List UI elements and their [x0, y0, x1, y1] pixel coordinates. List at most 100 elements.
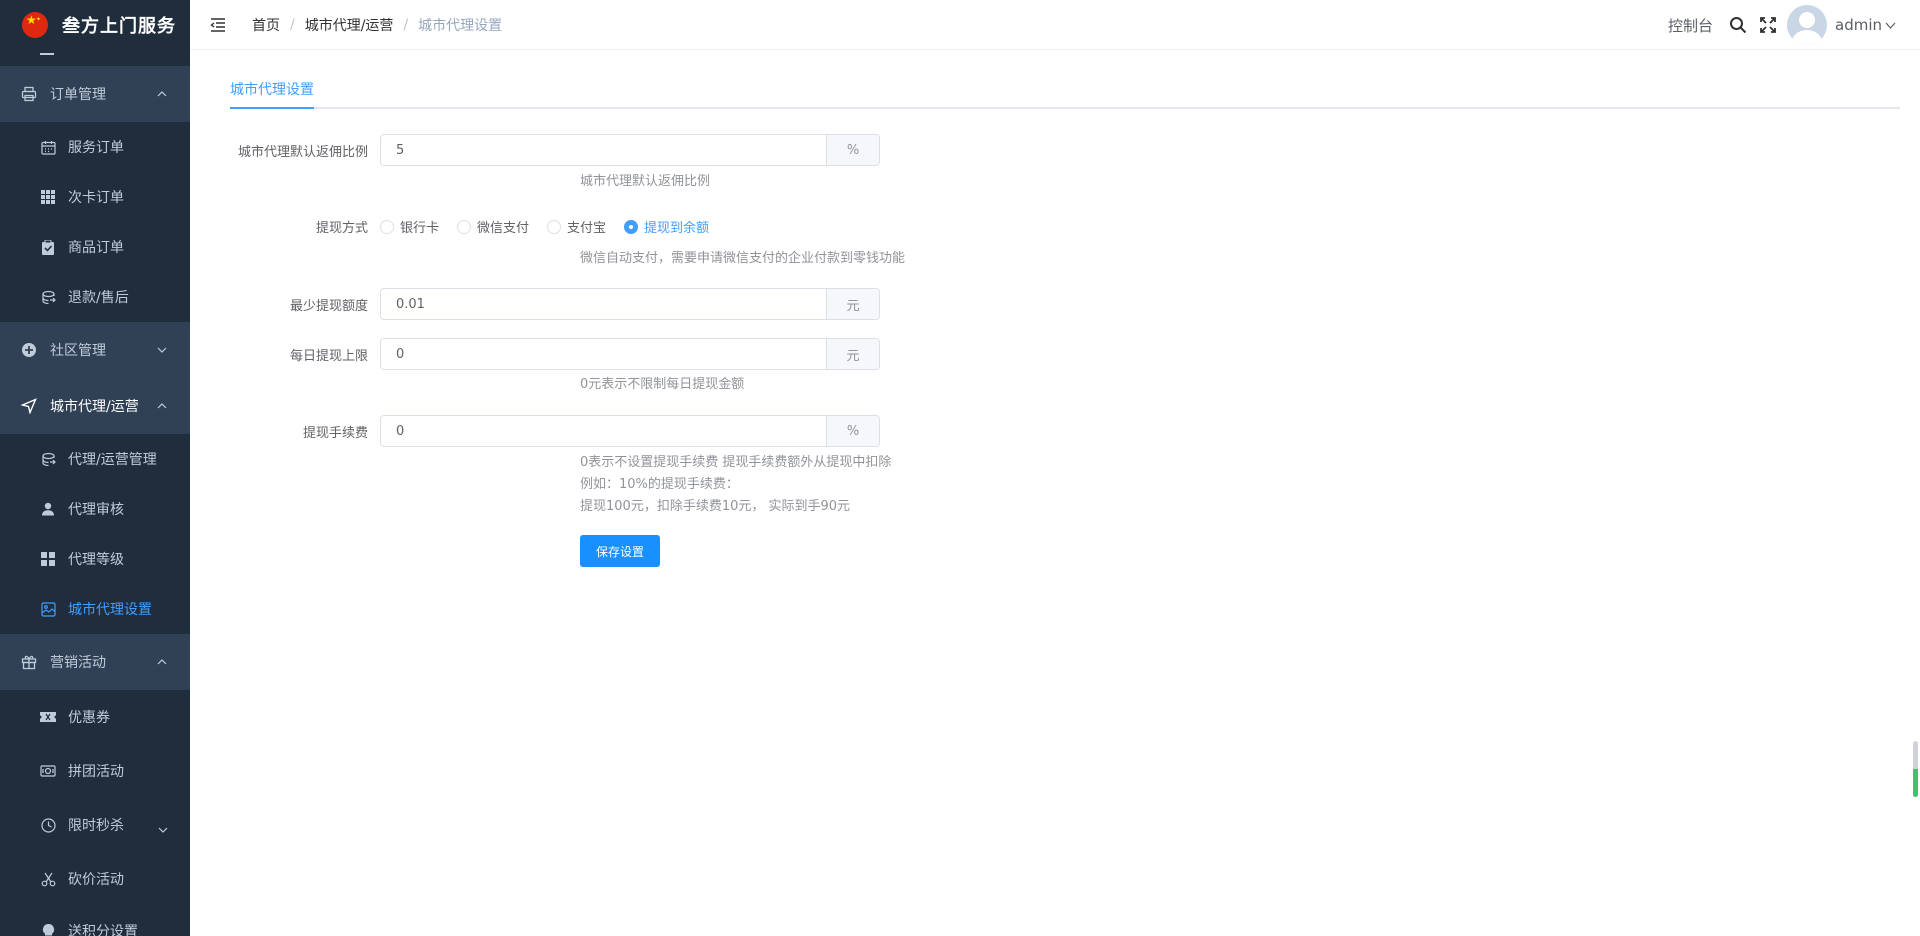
menu-group-city-agent[interactable]: 城市代理/运营	[0, 378, 190, 434]
sidebar-item-label: 次卡订单	[68, 190, 124, 206]
menu-group-label: 城市代理/运营	[50, 399, 139, 415]
printer-icon	[20, 85, 38, 103]
sidebar-scrolled-item[interactable]	[0, 50, 190, 66]
radio-to-balance[interactable]: 提现到余额	[624, 217, 709, 236]
radio-circle	[380, 219, 394, 234]
commission-label: 城市代理默认返佣比例	[237, 144, 368, 160]
sidebar-item-card-orders[interactable]: 次卡订单	[0, 172, 190, 222]
radio-alipay[interactable]: 支付宝	[547, 217, 606, 236]
sidebar: 叁方上门服务 订单管理 服务订单 次卡订单 商品订单 退款/售后 社区管理 城市…	[0, 0, 190, 936]
sidebar-item-flash-sale[interactable]: 限时秒杀	[0, 798, 190, 852]
clipboard-icon	[40, 239, 56, 255]
breadcrumb-separator: /	[403, 16, 409, 33]
sidebar-item-label: 砍价活动	[68, 872, 124, 888]
radio-circle	[457, 219, 472, 234]
picture-icon	[40, 601, 56, 617]
user-icon	[40, 501, 56, 517]
menu-group-marketing[interactable]: 营销活动	[0, 634, 190, 690]
sidebar-item-refunds[interactable]: 退款/售后	[0, 272, 190, 322]
user-menu[interactable]: admin	[1835, 16, 1896, 34]
app-title: 叁方上门服务	[62, 16, 176, 37]
sidebar-item-coupons[interactable]: 优惠券	[0, 690, 190, 744]
header-actions: 控制台 admin	[1668, 0, 1896, 50]
console-link[interactable]: 控制台	[1668, 15, 1713, 36]
sidebar-item-label: 退款/售后	[68, 290, 129, 306]
radio-wechat-pay[interactable]: 微信支付	[457, 217, 529, 236]
percent-suffix: %	[826, 135, 879, 165]
avatar[interactable]	[1787, 5, 1827, 45]
min-withdraw-input[interactable]	[381, 289, 826, 319]
sidebar-item-label: 代理等级	[68, 552, 124, 568]
commission-input[interactable]	[381, 135, 826, 165]
menu-fold-icon[interactable]	[208, 15, 228, 35]
refund-icon	[40, 451, 56, 467]
search-icon[interactable]	[1727, 14, 1749, 36]
menu-group-label: 订单管理	[50, 87, 106, 103]
fee-input[interactable]	[381, 416, 826, 446]
breadcrumb-city-agent[interactable]: 城市代理/运营	[305, 15, 394, 35]
breadcrumb-separator: /	[290, 16, 295, 33]
radio-label: 提现到余额	[644, 221, 710, 236]
main-content: 城市代理设置 城市代理默认返佣比例 % 城市代理默认返佣比例 提现方式 银行卡 …	[190, 51, 1920, 936]
sidebar-item-label: 代理/运营管理	[68, 452, 157, 468]
sidebar-item-service-orders[interactable]: 服务订单	[0, 122, 190, 172]
sidebar-item-points[interactable]: 送积分设置	[0, 906, 190, 936]
sidebar-item-goods-orders[interactable]: 商品订单	[0, 222, 190, 272]
clock-icon	[40, 817, 56, 833]
user-name: admin	[1835, 16, 1882, 34]
fee-hint-line-1: 0表示不设置提现手续费 提现手续费额外从提现中扣除	[580, 455, 892, 470]
tabs-bar: 城市代理设置	[230, 51, 1900, 109]
chevron-down-icon	[1885, 22, 1896, 29]
sidebar-item-label: 城市代理设置	[68, 602, 152, 618]
menu-group-orders[interactable]: 订单管理	[0, 66, 190, 122]
menu-group-community[interactable]: 社区管理	[0, 322, 190, 378]
sidebar-item-agent-levels[interactable]: 代理等级	[0, 534, 190, 584]
sidebar-item-agent-review[interactable]: 代理审核	[0, 484, 190, 534]
fee-input-group: %	[380, 415, 880, 447]
radio-label: 支付宝	[567, 221, 607, 236]
min-withdraw-input-group: 元	[380, 288, 880, 320]
sidebar-item-label: 优惠券	[68, 710, 110, 726]
daily-limit-input[interactable]	[381, 339, 826, 369]
form-row-commission: 城市代理默认返佣比例 %	[230, 134, 880, 166]
radio-circle	[547, 219, 562, 234]
breadcrumb-home[interactable]: 首页	[252, 15, 280, 35]
radio-label: 银行卡	[400, 221, 440, 236]
chevron-down-icon	[158, 821, 168, 837]
tab-city-agent-settings[interactable]: 城市代理设置	[230, 79, 314, 109]
fullscreen-icon[interactable]	[1757, 14, 1779, 36]
form-row-daily-limit: 每日提现上限 元	[230, 338, 880, 370]
refund-icon	[40, 289, 56, 305]
radio-bank-card[interactable]: 银行卡	[380, 217, 439, 236]
sidebar-item-bargain[interactable]: 砍价活动	[0, 852, 190, 906]
logo[interactable]: 叁方上门服务	[0, 0, 190, 50]
sidebar-item-agent-management[interactable]: 代理/运营管理	[0, 434, 190, 484]
yuan-suffix: 元	[826, 339, 879, 369]
chevron-up-icon	[156, 656, 168, 668]
sidebar-item-label: 代理审核	[68, 502, 124, 518]
sidebar-item-label: 拼团活动	[68, 764, 124, 780]
sidebar-item-group-buy[interactable]: 拼团活动	[0, 744, 190, 798]
plus-circle-icon	[20, 341, 38, 359]
chevron-down-icon	[156, 344, 168, 356]
save-settings-button[interactable]: 保存设置	[580, 535, 660, 567]
commission-hint: 城市代理默认返佣比例	[580, 174, 711, 189]
ticket-icon	[40, 709, 56, 725]
flag-logo-icon	[22, 12, 48, 38]
fee-hint-line-2: 例如：10%的提现手续费：	[580, 477, 739, 492]
radio-circle	[624, 219, 639, 234]
fee-label: 提现手续费	[302, 425, 368, 441]
money-icon	[40, 763, 56, 779]
chevron-up-icon	[156, 400, 168, 412]
top-header: 首页 / 城市代理/运营 / 城市代理设置 控制台 admin	[190, 0, 1920, 50]
sidebar-item-city-agent-settings[interactable]: 城市代理设置	[0, 584, 190, 634]
daily-limit-label: 每日提现上限	[289, 348, 368, 364]
gift-icon	[20, 653, 38, 671]
scissors-icon	[40, 871, 56, 887]
daily-limit-hint: 0元表示不限制每日提现金额	[580, 377, 745, 392]
scroll-indicator[interactable]	[1913, 741, 1918, 797]
sidebar-item-label: 服务订单	[68, 140, 124, 156]
sidebar-item-label: 送积分设置	[68, 924, 138, 936]
chevron-up-icon	[156, 88, 168, 100]
breadcrumb-current: 城市代理设置	[418, 17, 503, 34]
